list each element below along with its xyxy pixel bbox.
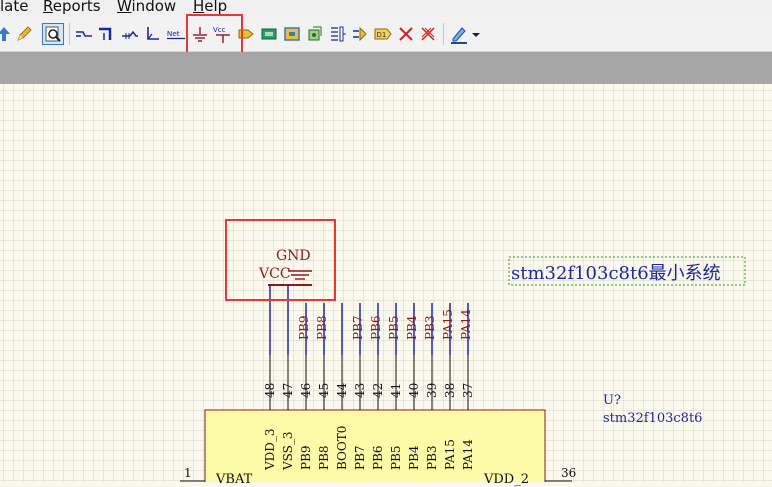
pin-name: PB5 bbox=[389, 445, 403, 470]
net-label[interactable]: PB6 bbox=[369, 315, 383, 340]
net-label[interactable]: PB3 bbox=[423, 315, 437, 340]
pin-name: PB7 bbox=[353, 445, 367, 470]
pin-number: 41 bbox=[389, 382, 403, 398]
schematic-title-text[interactable]: stm32f103c8t6最小系统 bbox=[511, 259, 721, 285]
pin-number: 43 bbox=[353, 382, 367, 398]
pin-name: VSS_3 bbox=[281, 431, 295, 470]
pin-number: 40 bbox=[407, 382, 421, 398]
pin-number: 48 bbox=[263, 382, 277, 398]
component-comment[interactable]: stm32f103c8t6 bbox=[603, 411, 702, 426]
net-label[interactable]: PA15 bbox=[441, 309, 455, 340]
pin-number: 47 bbox=[281, 382, 295, 398]
pin-name: PB4 bbox=[407, 445, 421, 470]
pin-name: BOOT0 bbox=[335, 425, 349, 470]
component-designator[interactable]: U? bbox=[603, 393, 621, 408]
pin-name: VDD_3 bbox=[263, 428, 277, 470]
pin-name: PB9 bbox=[299, 445, 313, 470]
net-label[interactable]: PB8 bbox=[315, 315, 329, 340]
pin-name: PB6 bbox=[371, 445, 385, 470]
pin-number-right: 36 bbox=[561, 466, 577, 480]
pin-number: 37 bbox=[461, 382, 475, 398]
pin-name: PB8 bbox=[317, 445, 331, 470]
pin-number: 44 bbox=[335, 382, 349, 398]
pin-number: 38 bbox=[443, 382, 457, 398]
pin-name: PA15 bbox=[443, 439, 457, 470]
vcc-label[interactable]: VCC bbox=[259, 266, 291, 282]
pin-name: PB3 bbox=[425, 445, 439, 470]
pin-number: 42 bbox=[371, 382, 385, 398]
pin-number: 46 bbox=[299, 382, 313, 398]
pin-name-vdd2: VDD_2 bbox=[484, 472, 530, 487]
pin-number: 39 bbox=[425, 382, 439, 398]
net-label[interactable]: PB4 bbox=[405, 315, 419, 340]
net-label[interactable]: PB7 bbox=[351, 315, 365, 340]
net-label[interactable]: PA14 bbox=[459, 309, 473, 340]
net-label[interactable]: PB5 bbox=[387, 315, 401, 340]
pin-name: PA14 bbox=[461, 439, 475, 470]
pin-number-left: 1 bbox=[184, 466, 192, 480]
net-label[interactable]: PB9 bbox=[297, 315, 311, 340]
pin-name-vbat: VBAT bbox=[216, 472, 253, 487]
gnd-label[interactable]: GND bbox=[276, 248, 311, 264]
schematic-drawing bbox=[180, 256, 746, 482]
pin-number: 45 bbox=[317, 382, 331, 398]
